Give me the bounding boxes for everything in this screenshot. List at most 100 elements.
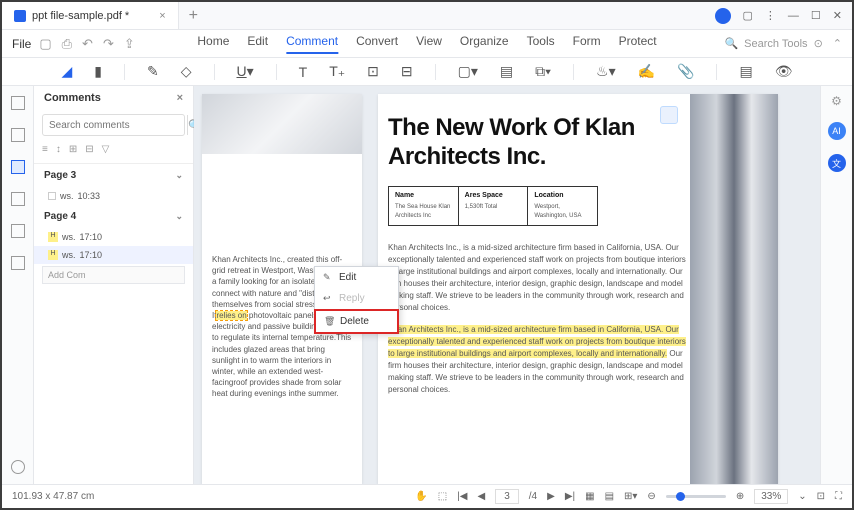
attachments-icon[interactable] xyxy=(11,192,25,206)
view-mode3-icon[interactable]: ⊞▾ xyxy=(624,491,637,502)
marker-tool[interactable]: ▮ xyxy=(94,63,102,80)
new-tab-button[interactable]: + xyxy=(179,7,208,25)
fit-icon[interactable]: ⊡ xyxy=(817,491,825,502)
callout-tool[interactable]: ⊟ xyxy=(401,63,413,80)
highlighted-text[interactable]: Khan Architects Inc., is a mid-sized arc… xyxy=(388,325,686,358)
ai-icon[interactable]: AI xyxy=(828,122,846,140)
comments-search[interactable]: 🔍 xyxy=(42,114,185,136)
view-mode2-icon[interactable]: ▤ xyxy=(605,491,614,502)
settings-icon[interactable]: ⚙ xyxy=(831,94,842,108)
attachment-tool[interactable]: 📎 xyxy=(677,63,694,80)
hide-tool[interactable]: 👁 xyxy=(775,63,793,80)
separator xyxy=(716,64,717,80)
undo-icon[interactable]: ↶ xyxy=(82,36,93,52)
zoom-out-icon[interactable]: ⊖ xyxy=(647,491,655,502)
collapse-icon[interactable]: ⊟ xyxy=(85,144,93,155)
comment-item-selected[interactable]: H ws. 17:10 xyxy=(34,246,193,264)
textbox-tool[interactable]: ⊡ xyxy=(367,63,379,80)
bookmarks-icon[interactable] xyxy=(11,128,25,142)
pin-icon[interactable] xyxy=(660,106,678,124)
search-placeholder[interactable]: Search Tools xyxy=(744,38,807,50)
close-window-button[interactable]: ✕ xyxy=(833,9,842,22)
expand-icon[interactable]: ⊞ xyxy=(69,144,77,155)
funnel-icon[interactable]: ▽ xyxy=(102,144,110,155)
zoom-in-icon[interactable]: ⊕ xyxy=(736,491,744,502)
zoom-value[interactable]: 33% xyxy=(754,489,788,504)
signature-tool[interactable]: ✍ xyxy=(638,63,655,80)
checkbox-icon[interactable] xyxy=(48,192,56,200)
select-tool-icon[interactable]: ⬚ xyxy=(438,491,447,502)
tab-convert[interactable]: Convert xyxy=(356,34,398,54)
search-input[interactable] xyxy=(43,120,187,131)
eraser-tool[interactable]: ◇ xyxy=(181,63,192,80)
expand-icon[interactable]: ⌃ xyxy=(833,37,842,50)
user-avatar[interactable] xyxy=(715,8,731,24)
last-page-icon[interactable]: ▶| xyxy=(565,491,575,502)
document-area[interactable]: Khan Architects Inc., created this off-g… xyxy=(194,86,820,484)
first-page-icon[interactable]: |◀ xyxy=(457,491,467,502)
tab-view[interactable]: View xyxy=(416,34,442,54)
fullscreen-icon[interactable]: ⛶ xyxy=(835,491,842,502)
chat-icon[interactable]: ▢ xyxy=(743,9,753,22)
page-3-section[interactable]: Page 3 ⌄ xyxy=(34,164,193,187)
filter-icon[interactable]: ↕ xyxy=(56,144,61,155)
file-menu[interactable]: File xyxy=(12,37,31,51)
pencil-tool[interactable]: ✎ xyxy=(147,63,159,80)
zoom-slider[interactable] xyxy=(666,495,726,498)
table-cell: Ares Space1,530ft Total xyxy=(459,187,529,226)
note-tool[interactable]: ▤ xyxy=(500,63,513,80)
fields-icon[interactable] xyxy=(11,256,25,270)
print-icon[interactable]: ⎙ xyxy=(62,36,72,52)
page-input[interactable]: 3 xyxy=(495,489,519,504)
translate-icon[interactable]: 文 xyxy=(828,154,846,172)
sort-icon[interactable]: ≡ xyxy=(42,144,48,155)
save-icon[interactable]: ▢ xyxy=(39,36,51,52)
text-add-tool[interactable]: T₊ xyxy=(329,63,345,80)
thumbnails-icon[interactable] xyxy=(11,96,25,110)
comment-item[interactable]: ws. 10:33 xyxy=(34,187,193,205)
comment-item[interactable]: H ws. 17:10 xyxy=(34,228,193,246)
tab-tools[interactable]: Tools xyxy=(527,34,555,54)
highlighted-text[interactable]: relies on xyxy=(216,311,246,320)
view-mode-icon[interactable]: ▦ xyxy=(585,491,594,502)
text-tool[interactable]: T xyxy=(299,64,308,80)
zoom-dropdown-icon[interactable]: ⌄ xyxy=(798,491,806,502)
menu-edit[interactable]: ✎Edit xyxy=(315,267,398,288)
page-image xyxy=(690,94,778,484)
measure-tool[interactable]: ⧉▾ xyxy=(535,63,551,80)
maximize-button[interactable]: ☐ xyxy=(811,9,821,22)
chevron-down-icon: ⌄ xyxy=(175,211,183,222)
comment-time: 17:10 xyxy=(80,250,103,260)
tab-comment[interactable]: Comment xyxy=(286,34,338,54)
kebab-icon[interactable]: ⋮ xyxy=(765,9,776,22)
file-tab[interactable]: ppt file-sample.pdf * × xyxy=(2,2,179,29)
comment-user: ws. xyxy=(60,191,74,201)
hand-tool-icon[interactable]: ✋ xyxy=(415,491,427,502)
menu-delete[interactable]: 🗑Delete xyxy=(316,311,397,332)
help-icon[interactable] xyxy=(11,460,25,474)
separator xyxy=(276,64,277,80)
stamp-tool[interactable]: ♨▾ xyxy=(596,63,616,80)
share-icon[interactable]: ⇪ xyxy=(124,36,135,52)
collapse-icon[interactable]: ⊙ xyxy=(814,37,823,50)
tab-edit[interactable]: Edit xyxy=(247,34,268,54)
shape-tool[interactable]: ▢▾ xyxy=(458,63,478,80)
prev-page-icon[interactable]: ◀ xyxy=(478,491,486,502)
next-page-icon[interactable]: ▶ xyxy=(547,491,555,502)
tab-home[interactable]: Home xyxy=(197,34,229,54)
underline-tool[interactable]: U▾ xyxy=(237,63,254,80)
redo-icon[interactable]: ↷ xyxy=(103,36,114,52)
add-comment-input[interactable]: Add Com xyxy=(42,266,185,284)
minimize-button[interactable]: — xyxy=(788,10,799,22)
comments-list-tool[interactable]: ▤ xyxy=(739,63,752,80)
comments-icon[interactable] xyxy=(11,160,25,174)
page-4-section[interactable]: Page 4 ⌄ xyxy=(34,205,193,228)
tab-form[interactable]: Form xyxy=(573,34,601,54)
search-panel-icon[interactable] xyxy=(11,224,25,238)
tab-protect[interactable]: Protect xyxy=(619,34,657,54)
close-tab-icon[interactable]: × xyxy=(159,10,165,22)
filename: ppt file-sample.pdf * xyxy=(32,10,129,22)
tab-organize[interactable]: Organize xyxy=(460,34,509,54)
close-panel-icon[interactable]: × xyxy=(177,92,183,104)
highlight-tool[interactable]: ◢ xyxy=(61,63,72,80)
